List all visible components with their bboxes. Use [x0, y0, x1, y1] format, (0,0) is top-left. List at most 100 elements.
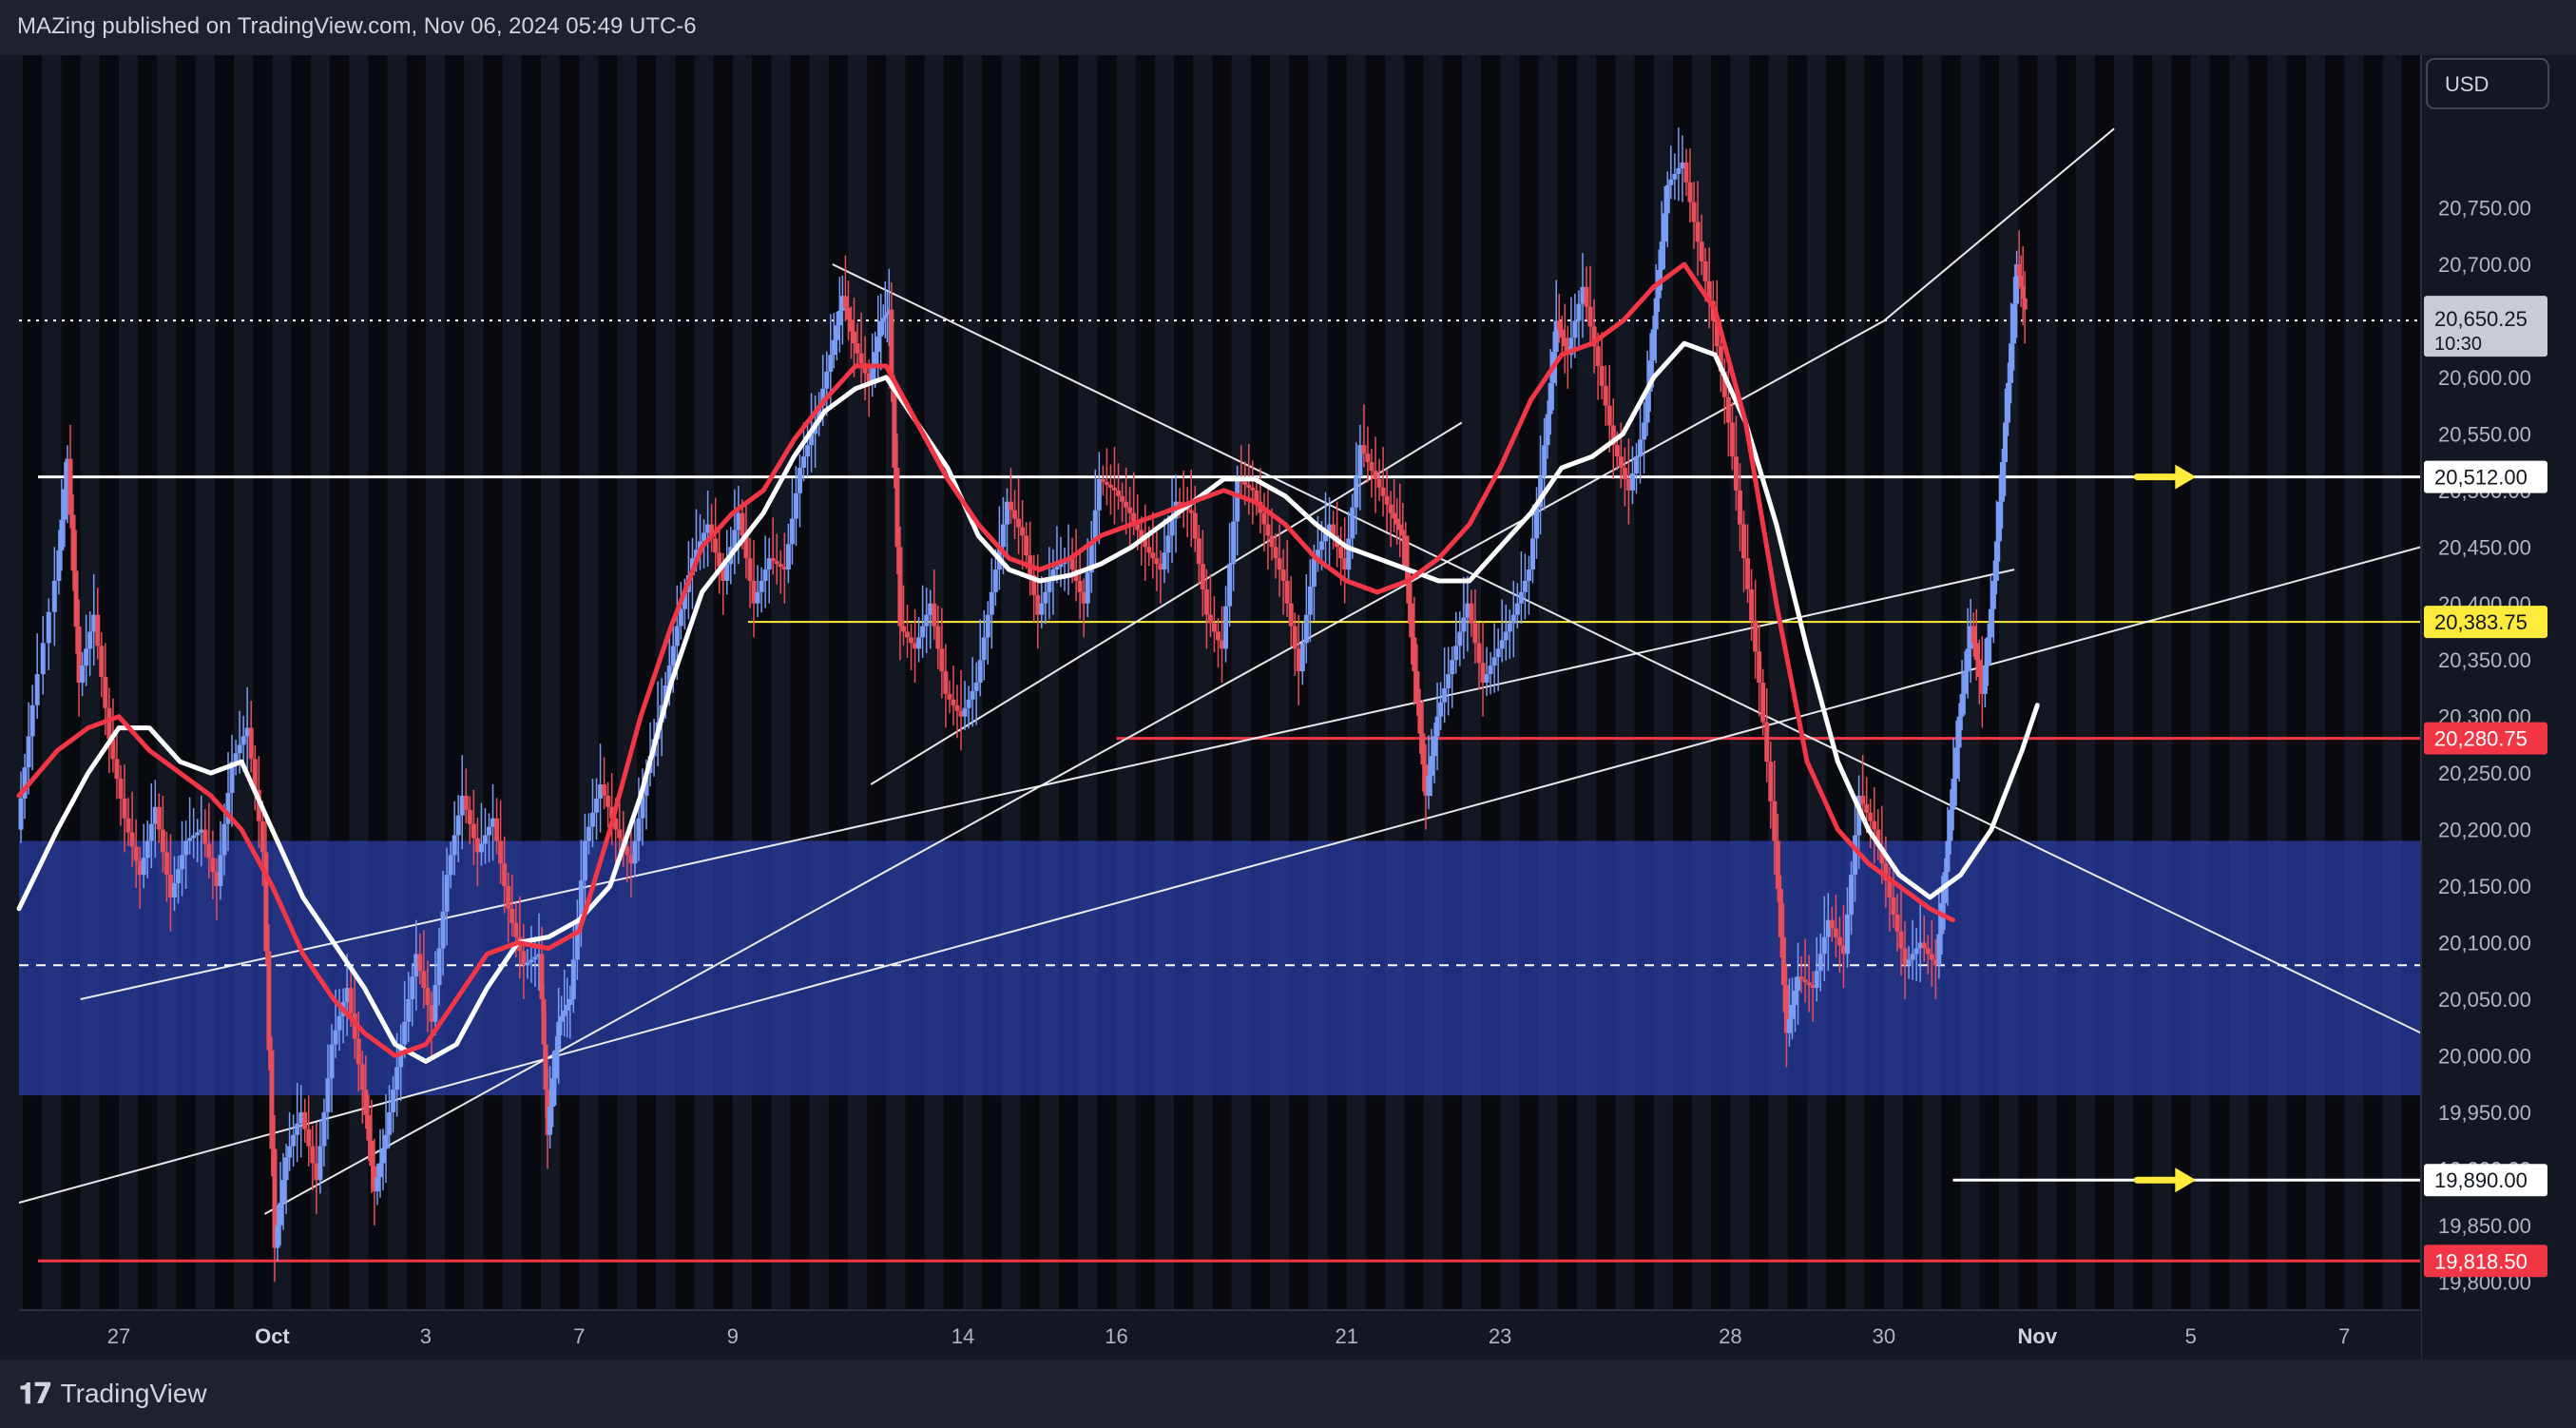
candle-body — [1376, 478, 1382, 488]
candle-body — [1127, 507, 1133, 513]
session-stripe — [2248, 55, 2268, 1310]
candle-body — [1793, 991, 1798, 1005]
candle-body — [1976, 660, 1982, 678]
candle-body — [1959, 693, 1965, 717]
candle-body — [1642, 422, 1647, 440]
candle-body — [183, 840, 189, 856]
candle-body — [831, 339, 836, 356]
candle-body — [559, 1015, 565, 1022]
candle-body — [333, 1030, 338, 1045]
candle-body — [210, 858, 216, 873]
candle-body — [977, 660, 983, 683]
candle-body — [1039, 603, 1045, 615]
tradingview-logo[interactable]: 𝟏7 TradingView — [19, 1375, 207, 1413]
candle-body — [410, 976, 415, 999]
candle-body — [377, 1163, 383, 1178]
candle-body — [670, 646, 676, 666]
candle-body — [1789, 1004, 1795, 1019]
candle-body — [1962, 671, 1968, 694]
candle-body — [1162, 552, 1167, 570]
candle-body — [805, 445, 811, 457]
candle-body — [1603, 385, 1608, 406]
candle-body — [369, 1140, 375, 1167]
candle-body — [1469, 603, 1474, 624]
candle-body — [1261, 512, 1267, 525]
candle-body — [1303, 614, 1309, 644]
candle-body — [478, 843, 484, 853]
candle-body — [992, 569, 998, 592]
candle-body — [248, 727, 254, 760]
session-stripe — [2171, 55, 2191, 1310]
candle-body — [594, 798, 600, 813]
session-stripe — [1250, 55, 1270, 1310]
candle-body — [1131, 512, 1137, 522]
candle-body — [1150, 552, 1156, 559]
candle-body — [336, 1015, 342, 1031]
candle-body — [1906, 959, 1912, 966]
candle-body — [1361, 445, 1367, 454]
candle-body — [1414, 671, 1420, 703]
candle-body — [206, 843, 212, 859]
candle-body — [1821, 936, 1827, 955]
candle-body — [148, 823, 154, 841]
price-tick-label: 20,150.00 — [2438, 875, 2531, 898]
candle-body — [18, 798, 24, 830]
candle-body — [1077, 580, 1083, 592]
price-tag-label: 19,890.00 — [2434, 1168, 2528, 1192]
candle-body — [1384, 495, 1390, 505]
candle-body — [1860, 795, 1866, 804]
candle-body — [1280, 569, 1286, 581]
candle-body — [1814, 971, 1819, 989]
candle-body — [1100, 478, 1105, 482]
candle-body — [26, 736, 31, 768]
candle-body — [1772, 801, 1778, 841]
candle-body — [1235, 478, 1240, 522]
candle-body — [1491, 657, 1497, 666]
candle-body — [755, 591, 760, 604]
candle-body — [1982, 666, 1988, 694]
candle-body — [2006, 382, 2011, 423]
price-tick-label: 20,200.00 — [2438, 819, 2531, 842]
session-stripe — [1711, 55, 1731, 1310]
candle-body — [1012, 510, 1018, 519]
candle-body — [724, 564, 730, 581]
time-tick-label: 30 — [1873, 1324, 1895, 1348]
candle-body — [1495, 648, 1501, 658]
candle-body — [455, 815, 461, 836]
candle-body — [1691, 202, 1697, 222]
candle-body — [1542, 445, 1548, 476]
candle-body — [1503, 631, 1509, 641]
candle-body — [828, 355, 834, 372]
candle-body — [1817, 954, 1823, 972]
session-stripe — [521, 55, 541, 1310]
candle-body — [1265, 524, 1271, 536]
candle-body — [29, 704, 35, 737]
candle-body — [275, 1225, 280, 1248]
time-tick-label: 7 — [2338, 1324, 2350, 1348]
price-tag-label: 20,280.75 — [2434, 727, 2528, 751]
candle-body — [1599, 366, 1605, 386]
candle-body — [1764, 722, 1770, 762]
candle-body — [283, 1157, 289, 1181]
time-tick-label: 21 — [1335, 1324, 1357, 1348]
candle-body — [1786, 1018, 1792, 1033]
session-stripe — [445, 55, 465, 1310]
session-stripe — [2094, 55, 2115, 1310]
candle-body — [617, 829, 623, 839]
session-stripe — [99, 55, 119, 1310]
candle-body — [1965, 648, 1970, 672]
candle-body — [1572, 320, 1578, 338]
candle-body — [1442, 687, 1448, 703]
candle-body — [1993, 541, 1999, 581]
candle-body — [962, 707, 968, 717]
candle-body — [1672, 173, 1678, 180]
candle-body — [302, 1111, 308, 1129]
candle-body — [1562, 338, 1567, 347]
candle-body — [1388, 504, 1394, 513]
candle-body — [1461, 617, 1467, 632]
candle-body — [1868, 812, 1874, 821]
price-chart[interactable]: USD 19,800.0019,850.0019,900.0019,950.00… — [0, 0, 2576, 1360]
candle-body — [1973, 643, 1979, 661]
candle-body — [793, 492, 798, 519]
time-axis[interactable] — [19, 1310, 2421, 1360]
